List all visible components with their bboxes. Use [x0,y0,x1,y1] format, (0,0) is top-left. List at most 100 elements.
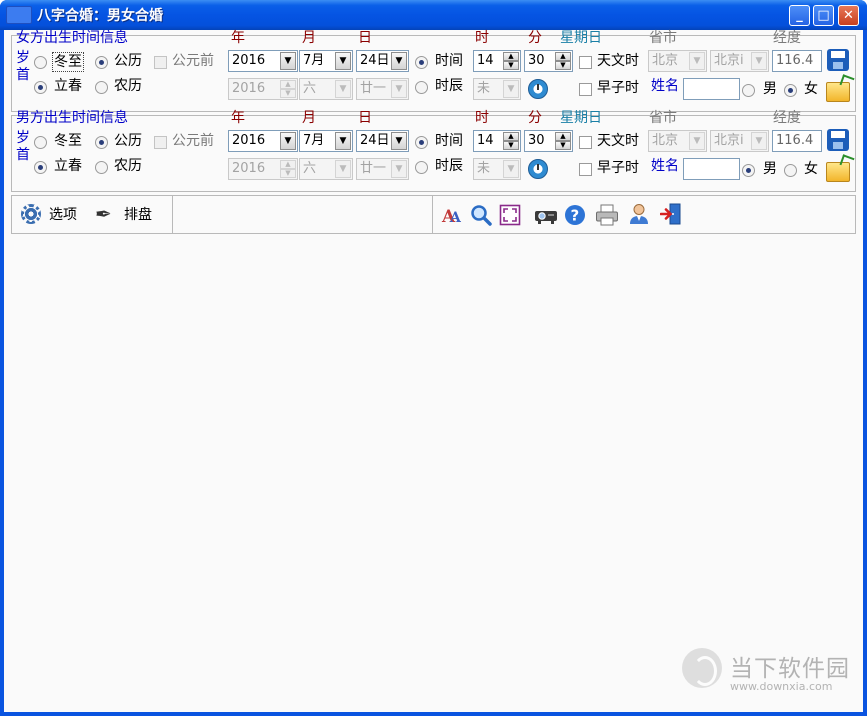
zaozi-checkbox[interactable] [579,163,592,176]
spin-down-icon[interactable]: ▼ [503,141,519,150]
spin-down-icon[interactable]: ▼ [555,141,571,150]
folder-open-icon[interactable] [826,82,850,102]
col-year-label: 年 [231,30,245,46]
lichun-label: 立春 [54,78,82,94]
clock-icon[interactable] [528,159,548,179]
spin-down-icon[interactable]: ▼ [503,61,519,70]
close-button[interactable]: ✕ [838,5,859,26]
gender-male-radio[interactable] [742,84,755,97]
tianwen-checkbox[interactable] [579,56,592,69]
chevron-down-icon: ▼ [335,132,351,150]
day-select[interactable]: 24日 ▼ [356,130,409,152]
longitude-field[interactable]: 116.4 [772,130,822,152]
name-field[interactable] [683,158,740,180]
province-select: 北京 ▼ [648,50,707,72]
spin-up-icon[interactable]: ▲ [555,132,571,141]
longitude-field[interactable]: 116.4 [772,50,822,72]
weekday-label: 星期日 [560,30,602,46]
chevron-down-icon: ▼ [751,132,767,150]
chevron-down-icon: ▼ [280,132,296,150]
watermark-url: www.downxia.com [730,680,833,693]
lunar-day-value: 廿一 [360,161,387,176]
quill-icon[interactable]: ✒ [95,204,112,224]
day-select[interactable]: 24日 ▼ [356,50,409,72]
user-icon[interactable] [628,203,650,225]
folder-open-icon[interactable] [826,162,850,182]
female-birth-group: 女方出生时间信息 岁首 冬至 公历 公元前 立春 农历 年 月 日 时 分 星期… [11,30,856,112]
svg-text:A: A [449,210,462,226]
minute-stepper[interactable]: 30 ▲ ▼ [524,50,573,72]
shichen-mode-radio[interactable] [415,81,428,94]
col-province-city-label: 省市 [649,110,677,126]
male-birth-group: 男方出生时间信息 岁首 冬至 公历 公元前 立春 农历 年 月 日 时 分 星期… [11,110,856,192]
time-mode-radio[interactable] [415,136,428,149]
spin-down-icon[interactable]: ▼ [555,61,571,70]
lichun-radio[interactable] [34,161,47,174]
gender-female-radio[interactable] [784,84,797,97]
spin-up-icon[interactable]: ▲ [503,52,519,61]
exit-icon[interactable] [660,203,682,225]
gongli-radio[interactable] [95,56,108,69]
male-group-heading: 男方出生时间信息 [16,110,128,126]
toolbar: 选项 ✒ 排盘 A A ? [11,195,856,234]
year-select[interactable]: 2016 ▼ [228,130,298,152]
month-select[interactable]: 7月 ▼ [299,130,353,152]
dongzhi-radio[interactable] [34,136,47,149]
gender-female-radio[interactable] [784,164,797,177]
toolbar-separator [432,196,433,233]
zaozi-checkbox[interactable] [579,83,592,96]
city-value: 北京i [714,133,744,148]
hour-value: 14 [477,53,494,68]
shichen-mode-radio[interactable] [415,161,428,174]
gongyuanqian-checkbox[interactable] [154,136,167,149]
tianwen-checkbox[interactable] [579,136,592,149]
options-button[interactable]: 选项 [49,206,77,224]
gender-female-label: 女 [804,81,818,97]
lichun-radio[interactable] [34,81,47,94]
chevron-down-icon: ▼ [391,160,407,178]
col-province-city-label: 省市 [649,30,677,46]
shichen-value: 未 [477,161,491,176]
year-select[interactable]: 2016 ▼ [228,50,298,72]
fullscreen-icon[interactable] [499,204,521,226]
chevron-down-icon: ▼ [335,80,351,98]
spin-down-icon: ▼ [280,169,296,178]
title-bar[interactable]: 八字合婚：男女合婚 _ □ ✕ [0,0,867,30]
chevron-down-icon: ▼ [335,160,351,178]
maximize-button[interactable]: □ [813,5,834,26]
zoom-icon[interactable] [470,204,492,226]
hour-stepper[interactable]: 14 ▲ ▼ [473,50,521,72]
col-longitude-label: 经度 [773,30,801,46]
nongli-radio[interactable] [95,81,108,94]
hour-stepper[interactable]: 14 ▲ ▼ [473,130,521,152]
help-icon[interactable]: ? [564,204,586,226]
chart-button[interactable]: 排盘 [124,206,152,224]
month-select[interactable]: 7月 ▼ [299,50,353,72]
gender-male-radio[interactable] [742,164,755,177]
name-field[interactable] [683,78,740,100]
lunar-year-value: 2016 [232,81,266,96]
gear-icon[interactable] [21,204,41,224]
spin-up-icon[interactable]: ▲ [503,132,519,141]
col-year-label: 年 [231,110,245,126]
font-icon[interactable]: A A [441,204,463,226]
col-month-label: 月 [302,110,316,126]
nongli-radio[interactable] [95,161,108,174]
minimize-button[interactable]: _ [789,5,810,26]
printer-icon[interactable] [595,204,619,226]
gongli-radio[interactable] [95,136,108,149]
spin-up-icon[interactable]: ▲ [555,52,571,61]
time-label: 时间 [435,53,463,69]
time-mode-radio[interactable] [415,56,428,69]
save-icon[interactable] [827,129,849,151]
lunar-month-select: 六 ▼ [299,78,353,100]
col-month-label: 月 [302,30,316,46]
projector-icon[interactable] [533,204,559,226]
save-icon[interactable] [827,49,849,71]
chevron-down-icon: ▼ [751,52,767,70]
dongzhi-radio[interactable] [34,56,47,69]
name-label: 姓名 [651,78,679,94]
gongyuanqian-checkbox[interactable] [154,56,167,69]
clock-icon[interactable] [528,79,548,99]
minute-stepper[interactable]: 30 ▲ ▼ [524,130,573,152]
